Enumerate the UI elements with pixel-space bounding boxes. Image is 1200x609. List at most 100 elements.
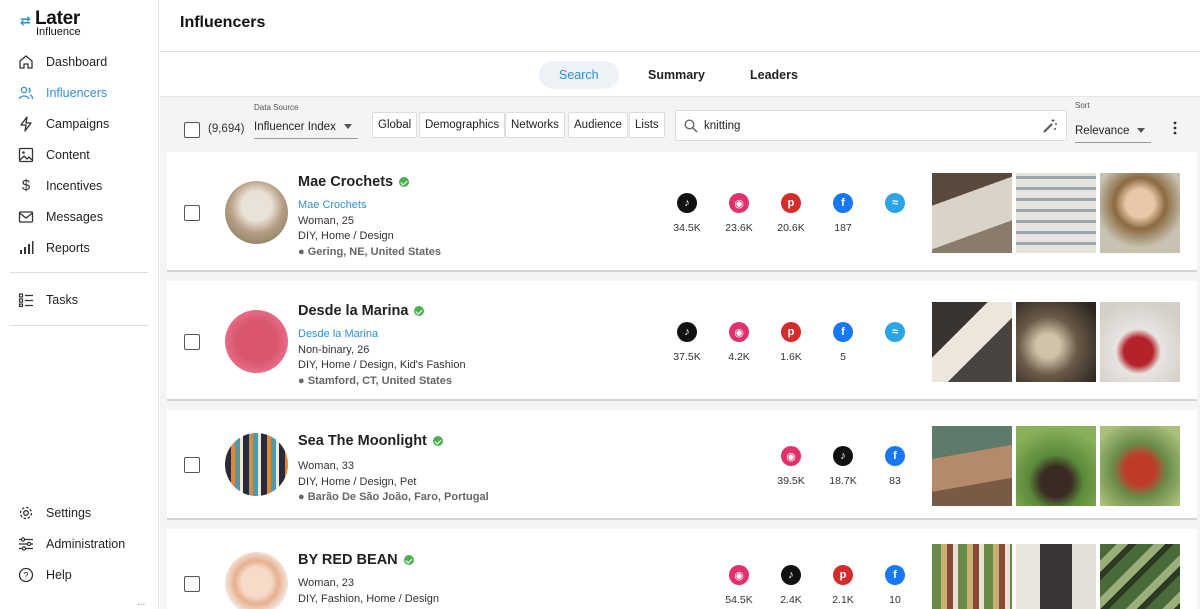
avatar[interactable] xyxy=(225,310,288,373)
sidebar-item-content[interactable]: Content xyxy=(18,144,90,166)
later-logo[interactable]: ⇄ Later Influence xyxy=(20,8,120,38)
filter-global-button[interactable]: Global xyxy=(372,112,418,138)
location-pin-icon: ● xyxy=(298,375,305,387)
sidebar-item-dashboard[interactable]: Dashboard xyxy=(18,51,107,73)
magic-wand-icon[interactable] xyxy=(1042,118,1058,134)
filter-networks-button[interactable]: Networks xyxy=(505,112,565,138)
sort-select[interactable]: Relevance xyxy=(1075,119,1151,143)
content-thumbnail[interactable] xyxy=(932,426,1012,506)
row-checkbox[interactable] xyxy=(184,205,200,221)
sidebar-more-icon[interactable]: ... xyxy=(137,597,145,608)
network-instagram[interactable]: ◉ 23.6K xyxy=(719,193,759,234)
content-thumbnail[interactable] xyxy=(1100,302,1180,382)
network-count: 1.6K xyxy=(780,351,802,363)
filter-lists-button[interactable]: Lists xyxy=(629,112,665,138)
avatar[interactable] xyxy=(225,433,288,496)
sidebar-item-reports[interactable]: Reports xyxy=(18,237,90,259)
influencer-categories: DIY, Fashion, Home / Design xyxy=(298,593,440,605)
data-source-select[interactable]: Influencer Index xyxy=(254,115,358,139)
dollar-icon: $ xyxy=(21,177,31,194)
tab-summary[interactable]: Summary xyxy=(628,61,725,89)
instagram-icon: ◉ xyxy=(729,565,749,585)
network-blog[interactable]: ≈ xyxy=(875,193,915,222)
content-thumbnail[interactable] xyxy=(1100,426,1180,506)
network-tiktok[interactable]: ♪ 34.5K xyxy=(667,193,707,234)
verified-icon xyxy=(432,436,443,446)
sort-value: Relevance xyxy=(1075,124,1130,137)
verified-icon xyxy=(399,177,410,187)
content-thumbnail[interactable] xyxy=(1016,426,1096,506)
content-thumbnail[interactable] xyxy=(1016,302,1096,382)
sidebar-item-administration[interactable]: Administration xyxy=(18,533,125,555)
sidebar-item-incentives[interactable]: $ Incentives xyxy=(18,175,102,197)
network-facebook[interactable]: f 187 xyxy=(823,193,863,234)
row-checkbox[interactable] xyxy=(184,334,200,350)
location-pin-icon: ● xyxy=(298,491,305,503)
avatar[interactable] xyxy=(225,181,288,244)
content-thumbnail[interactable] xyxy=(932,302,1012,382)
network-facebook[interactable]: f5 xyxy=(823,322,863,363)
network-pinterest[interactable]: p 1.6K xyxy=(771,322,811,363)
content-thumbnail[interactable] xyxy=(932,173,1012,253)
influencer-card[interactable]: Desde la Marina Desde la Marina Non-bina… xyxy=(167,281,1197,401)
network-tiktok[interactable]: ♪ 18.7K xyxy=(823,446,863,487)
tab-leaders[interactable]: Leaders xyxy=(730,61,818,89)
influencer-card[interactable]: Mae Crochets Mae Crochets Woman, 25 DIY,… xyxy=(167,152,1197,272)
filter-audience-button[interactable]: Audience xyxy=(568,112,628,138)
pinterest-icon: p xyxy=(833,565,853,585)
pinterest-icon: p xyxy=(781,193,801,213)
network-pinterest[interactable]: p 2.1K xyxy=(823,565,863,606)
tiktok-icon: ♪ xyxy=(677,322,697,342)
network-count: 5 xyxy=(840,351,846,363)
influencer-name-text: Mae Crochets xyxy=(298,174,394,190)
sidebar-item-label: Incentives xyxy=(46,179,103,193)
sidebar-item-help[interactable]: ? Help xyxy=(18,564,72,586)
later-logo-icon: ⇄ xyxy=(20,13,31,28)
network-instagram[interactable]: ◉ 39.5K xyxy=(771,446,811,487)
instagram-icon: ◉ xyxy=(729,322,749,342)
more-options-icon[interactable] xyxy=(1170,121,1180,135)
network-count: 37.5K xyxy=(673,351,701,363)
avatar[interactable] xyxy=(225,552,288,609)
influencer-card[interactable]: BY RED BEAN Woman, 23 DIY, Fashion, Home… xyxy=(167,529,1197,609)
sidebar: ⇄ Later Influence Dashboard Influencers … xyxy=(0,0,159,609)
influencer-handle-link[interactable]: Desde la Marina xyxy=(298,328,378,340)
network-facebook[interactable]: f 83 xyxy=(875,446,915,487)
network-facebook[interactable]: f 10 xyxy=(875,565,915,606)
influencer-name[interactable]: Sea The Moonlight xyxy=(298,433,443,449)
influencer-list: Mae Crochets Mae Crochets Woman, 25 DIY,… xyxy=(160,152,1200,609)
influencer-name[interactable]: BY RED BEAN xyxy=(298,552,414,568)
network-pinterest[interactable]: p 20.6K xyxy=(771,193,811,234)
network-instagram[interactable]: ◉ 54.5K xyxy=(719,565,759,606)
influencer-handle-link[interactable]: Mae Crochets xyxy=(298,199,366,211)
influencer-card[interactable]: Sea The Moonlight Woman, 33 DIY, Home / … xyxy=(167,410,1197,520)
network-blog[interactable]: ≈ xyxy=(875,322,915,351)
sidebar-item-messages[interactable]: Messages xyxy=(18,206,103,228)
content-thumbnail[interactable] xyxy=(932,544,1012,609)
influencer-categories: DIY, Home / Design xyxy=(298,230,394,242)
network-instagram[interactable]: ◉ 4.2K xyxy=(719,322,759,363)
row-checkbox[interactable] xyxy=(184,457,200,473)
network-count: 54.5K xyxy=(725,594,753,606)
content-thumbnail[interactable] xyxy=(1016,173,1096,253)
network-tiktok[interactable]: ♪ 2.4K xyxy=(771,565,811,606)
sidebar-item-campaigns[interactable]: Campaigns xyxy=(18,113,109,135)
instagram-icon: ◉ xyxy=(729,193,749,213)
search-box xyxy=(675,110,1067,141)
select-all-checkbox[interactable] xyxy=(184,122,200,138)
influencer-location: ● Barão De São João, Faro, Portugal xyxy=(298,491,489,503)
tab-search[interactable]: Search xyxy=(539,61,619,89)
content-thumbnail[interactable] xyxy=(1016,544,1096,609)
sidebar-item-tasks[interactable]: Tasks xyxy=(18,289,78,311)
sidebar-item-influencers[interactable]: Influencers xyxy=(18,82,107,104)
influencer-name[interactable]: Desde la Marina xyxy=(298,303,425,319)
network-tiktok[interactable]: ♪ 37.5K xyxy=(667,322,707,363)
search-input[interactable] xyxy=(704,118,1024,134)
influencer-name[interactable]: Mae Crochets xyxy=(298,174,410,190)
sidebar-item-label: Content xyxy=(46,148,90,162)
row-checkbox[interactable] xyxy=(184,576,200,592)
content-thumbnail[interactable] xyxy=(1100,173,1180,253)
filter-demographics-button[interactable]: Demographics xyxy=(419,112,506,138)
content-thumbnail[interactable] xyxy=(1100,544,1180,609)
sidebar-item-settings[interactable]: Settings xyxy=(18,502,91,524)
